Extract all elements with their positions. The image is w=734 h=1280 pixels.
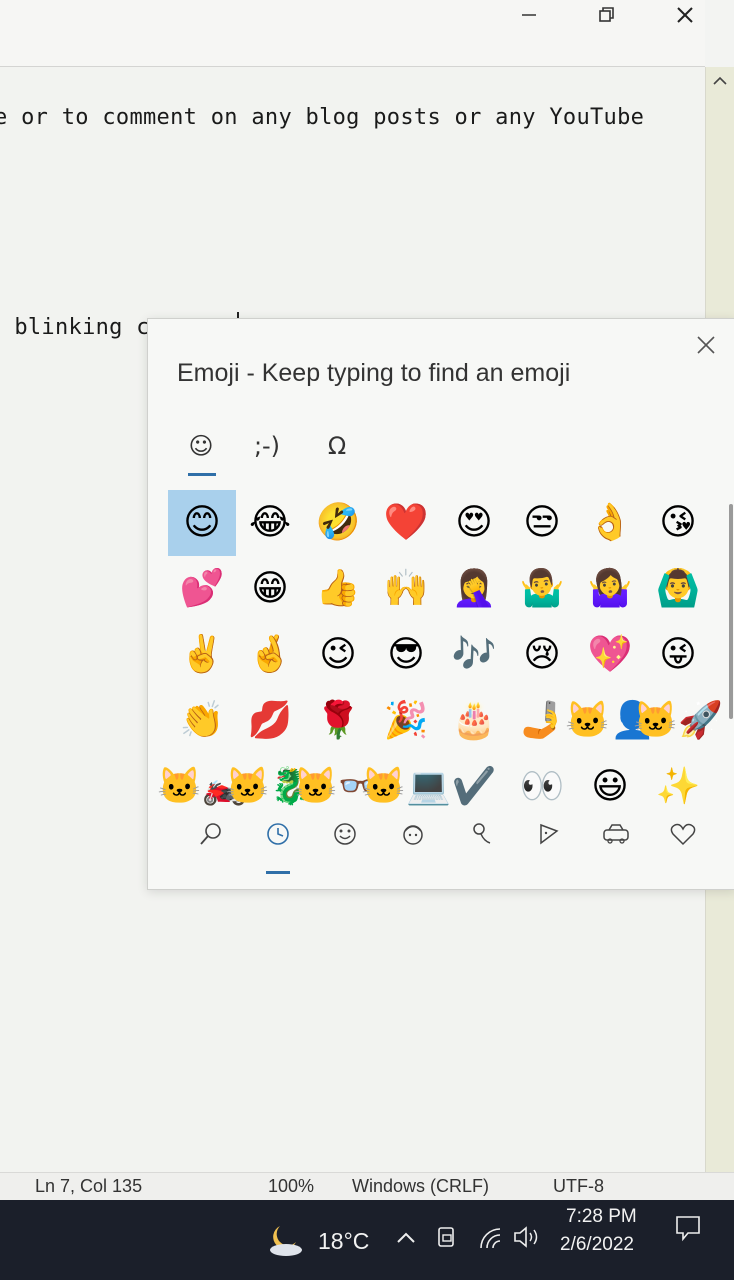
window-titlebar [0,0,705,67]
emoji-item[interactable]: 🤞 [236,622,304,688]
weather-icon[interactable] [266,1222,306,1263]
emoji-item[interactable]: 😘 [644,490,712,556]
emoji-item[interactable]: ✨ [644,754,712,820]
emoji-item[interactable]: 🌹 [304,688,372,754]
emoji-item[interactable]: ✔️ [440,754,508,820]
tab-kaomoji[interactable]: ;-) [244,423,290,469]
cursor-position: Ln 7, Col 135 [35,1176,143,1196]
emoji-item[interactable]: 😎 [372,622,440,688]
notification-center-icon[interactable] [674,1214,702,1247]
travel-category-icon[interactable] [594,814,638,854]
emoji-item[interactable]: 👀 [508,754,576,820]
emoji-item[interactable]: 🤦‍♀️ [440,556,508,622]
minimize-icon [522,14,536,16]
emoji-item[interactable]: 🎉 [372,688,440,754]
tab-emoji[interactable]: ☺ [178,423,224,469]
emoji-item[interactable]: 👍 [304,556,372,622]
emoji-item[interactable]: 👏 [168,688,236,754]
emoji-item[interactable]: ✌️ [168,622,236,688]
line-ending: Windows (CRLF) [352,1176,490,1196]
emoji-item[interactable]: 😒 [508,490,576,556]
clock-date[interactable]: 2/6/2022 [560,1234,634,1256]
emoji-item[interactable]: 😜 [644,622,712,688]
close-button[interactable] [662,0,708,30]
emoji-item[interactable]: 😁 [236,556,304,622]
close-icon [697,336,715,354]
recent-category-icon[interactable] [256,814,300,854]
emoji-item[interactable]: ❤️ [372,490,440,556]
scroll-up-arrow-icon[interactable] [712,75,728,87]
people-category-icon[interactable] [391,814,435,854]
emoji-panel-close-button[interactable] [694,333,718,357]
active-category-indicator [266,871,290,874]
editor-line: e or to comment on any blog posts or any… [0,105,645,130]
active-tab-indicator [188,473,216,476]
minimize-button[interactable] [506,0,552,30]
emoji-item[interactable]: 🤷‍♂️ [508,556,576,622]
emoji-item[interactable]: 😉 [304,622,372,688]
tab-symbols[interactable]: Ω [314,423,360,469]
close-icon [677,7,693,23]
restore-icon [599,7,614,22]
smiley-category-icon[interactable] [323,814,367,854]
wifi-icon[interactable] [478,1226,504,1255]
emoji-panel-scrollbar[interactable] [729,504,733,719]
show-hidden-icons-chevron-icon[interactable] [396,1230,416,1251]
encoding: UTF-8 [553,1176,604,1196]
celebration-category-icon[interactable] [459,814,503,854]
emoji-item[interactable]: 😢 [508,622,576,688]
emoji-panel-title: Emoji - Keep typing to find an emoji [177,359,571,387]
heart-category-icon[interactable] [661,814,705,854]
emoji-item[interactable]: 😂 [236,490,304,556]
taskbar: 18°C 7:28 PM 2/6/2022 [0,1200,734,1280]
emoji-item[interactable]: 🙌 [372,556,440,622]
emoji-item[interactable]: 🤣 [304,490,372,556]
emoji-item[interactable]: 🎶 [440,622,508,688]
restore-button[interactable] [584,0,630,30]
status-bar: Ln 7, Col 135 100% Windows (CRLF) UTF-8 [0,1172,734,1201]
emoji-item[interactable]: 🙆‍♂️ [644,556,712,622]
emoji-item[interactable]: 😊 [168,490,236,556]
temperature-label[interactable]: 18°C [318,1228,369,1255]
emoji-item[interactable]: 😃 [576,754,644,820]
emoji-item[interactable]: 🤷‍♀️ [576,556,644,622]
volume-icon[interactable] [512,1224,542,1255]
emoji-item[interactable]: 🎂 [440,688,508,754]
emoji-item[interactable]: 💋 [236,688,304,754]
emoji-panel: Emoji - Keep typing to find an emoji ☺ ;… [147,318,734,890]
emoji-item[interactable]: 🐱‍💻 [361,754,451,820]
emoji-item[interactable]: 💖 [576,622,644,688]
clock-time[interactable]: 7:28 PM [566,1206,637,1228]
emoji-item[interactable]: 🐱‍🚀 [633,688,723,754]
emoji-item[interactable]: 💕 [168,556,236,622]
emoji-item[interactable]: 👌 [576,490,644,556]
food-category-icon[interactable] [527,814,571,854]
search-category-icon[interactable] [189,814,233,854]
meet-now-icon[interactable] [436,1226,458,1255]
emoji-item[interactable]: 😍 [440,490,508,556]
zoom-level: 100% [268,1176,315,1196]
